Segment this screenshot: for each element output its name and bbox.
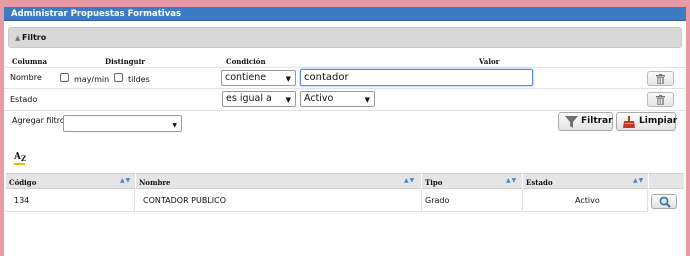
cell-text: 134 — [14, 196, 30, 205]
add-filter-select[interactable]: ▼ — [63, 115, 182, 132]
filter-header-condicion: Condición — [226, 57, 266, 66]
filter-panel-label: Filtro — [22, 33, 47, 42]
column-header-label: Código — [9, 178, 37, 187]
sort-arrows-icon[interactable]: ▲▼ — [506, 177, 517, 184]
magnifier-icon — [659, 196, 671, 208]
table-cell-nombre: CONTADOR PUBLICO — [136, 190, 422, 212]
sort-letter-z: Z — [20, 154, 27, 163]
remove-filter-button[interactable] — [647, 71, 674, 86]
add-filter-label: Agregar filtro — [12, 116, 65, 125]
column-header-label: Estado — [526, 178, 553, 187]
column-header-tipo[interactable]: Tipo ▲▼ — [422, 173, 522, 189]
filter-column-label: Nombre — [10, 73, 42, 82]
filter-button[interactable]: Filtrar — [558, 112, 613, 131]
accent-sensitive-label: tildes — [128, 75, 150, 84]
main-window: Administrar Propuestas Formativas ▲ Filt… — [4, 7, 686, 256]
value-select[interactable]: Activo ▼ — [300, 91, 375, 107]
condition-select[interactable]: es igual a ▼ — [222, 91, 296, 107]
divider — [4, 67, 686, 68]
trash-icon — [656, 95, 665, 105]
sort-arrows-icon[interactable]: ▲▼ — [404, 177, 415, 184]
broom-icon — [623, 116, 635, 128]
dropdown-arrow-icon: ▼ — [285, 96, 291, 104]
filter-header-valor: Valor — [479, 57, 500, 66]
funnel-icon — [565, 116, 578, 128]
value-text-input[interactable]: contador — [300, 69, 533, 86]
table-cell-tipo: Grado — [423, 190, 523, 212]
filter-header-columna: Columna — [12, 57, 48, 66]
clear-button-label: Limpiar — [639, 116, 678, 126]
column-header-estado[interactable]: Estado ▲▼ — [523, 173, 648, 189]
window-title: Administrar Propuestas Formativas — [4, 7, 686, 21]
condition-select-value: contiene — [225, 72, 267, 83]
dropdown-arrow-icon: ▼ — [172, 122, 177, 129]
divider — [4, 110, 686, 111]
table-cell-estado: Activo — [524, 190, 648, 212]
sort-arrows-icon[interactable]: ▲▼ — [633, 177, 644, 184]
column-header-codigo[interactable]: Código ▲▼ — [6, 173, 135, 189]
column-header-actions — [649, 173, 684, 189]
filter-panel-header[interactable]: ▲ Filtro — [8, 27, 682, 48]
filter-header-distinguir: Distinguir — [105, 57, 145, 66]
case-sensitive-checkbox[interactable] — [60, 73, 69, 82]
dropdown-arrow-icon: ▼ — [285, 75, 291, 83]
table-cell-codigo: 134 — [6, 190, 135, 212]
condition-select-value: es igual a — [226, 93, 272, 104]
case-sensitive-label: may/min — [74, 75, 110, 84]
sort-letter-a: A — [14, 152, 21, 162]
column-header-nombre[interactable]: Nombre ▲▼ — [136, 173, 421, 189]
column-header-label: Nombre — [139, 178, 171, 187]
filter-column-label: Estado — [10, 95, 38, 104]
cell-text: CONTADOR PUBLICO — [143, 196, 227, 205]
condition-select[interactable]: contiene ▼ — [221, 70, 296, 86]
trash-icon — [656, 74, 665, 84]
sort-arrows-icon[interactable]: ▲▼ — [120, 177, 131, 184]
cell-text: Activo — [575, 196, 600, 205]
clear-button[interactable]: Limpiar — [616, 112, 678, 131]
sort-underline — [14, 163, 25, 165]
accent-sensitive-checkbox[interactable] — [114, 73, 123, 82]
view-details-button[interactable] — [651, 194, 677, 209]
remove-filter-button[interactable] — [647, 92, 674, 107]
divider — [4, 88, 686, 89]
dropdown-arrow-icon: ▼ — [364, 96, 370, 104]
column-header-label: Tipo — [425, 178, 443, 187]
cell-text: Grado — [425, 196, 450, 205]
filter-button-label: Filtrar — [581, 116, 613, 126]
caret-up-icon: ▲ — [15, 34, 21, 42]
value-select-value: Activo — [304, 93, 334, 104]
sort-az-icon[interactable]: AZ — [14, 152, 27, 165]
